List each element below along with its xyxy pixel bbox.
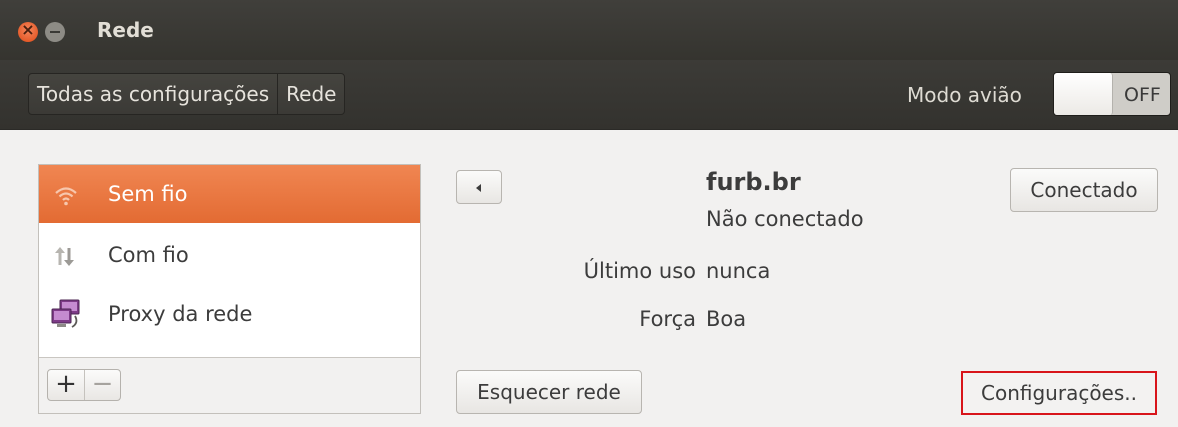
breadcrumb-all-settings[interactable]: Todas as configurações (29, 74, 277, 114)
title-bar: Rede (0, 0, 1178, 60)
breadcrumb: Todas as configurações Rede (28, 73, 346, 115)
switch-state: OFF (1124, 84, 1161, 106)
sidebar-item-label: Com fio (108, 243, 189, 267)
list-toolbar: + − (39, 357, 420, 413)
add-remove-group: + − (47, 369, 121, 401)
connection-list: Sem fio Com fio Proxy da rede + − (38, 164, 421, 414)
sidebar-item-wireless[interactable]: Sem fio (39, 165, 420, 223)
add-connection-button[interactable]: + (48, 370, 84, 400)
airplane-mode-switch[interactable]: OFF (1053, 72, 1171, 116)
minimize-window-button[interactable] (45, 22, 65, 42)
strength-value: Boa (706, 307, 747, 331)
network-status: Não conectado (706, 207, 864, 231)
back-button[interactable] (456, 170, 502, 204)
window-title: Rede (97, 18, 154, 42)
last-used-label: Último uso (583, 259, 696, 283)
sidebar-item-proxy[interactable]: Proxy da rede (39, 285, 420, 343)
wifi-icon (55, 187, 77, 206)
breadcrumb-network[interactable]: Rede (277, 74, 344, 114)
forget-network-button[interactable]: Esquecer rede (456, 370, 642, 414)
switch-knob[interactable] (1054, 73, 1113, 115)
airplane-mode-label: Modo avião (907, 83, 1022, 107)
last-used-value: nunca (706, 259, 771, 283)
toolbar: Todas as configurações Rede Modo avião O… (0, 60, 1178, 130)
connect-button[interactable]: Conectado (1010, 168, 1158, 212)
remove-connection-button[interactable]: − (84, 370, 120, 400)
sidebar-item-label: Proxy da rede (108, 302, 253, 326)
close-window-button[interactable] (18, 20, 38, 42)
network-name: furb.br (706, 168, 801, 196)
settings-button[interactable]: Configurações.. (961, 371, 1157, 415)
sidebar-item-label: Sem fio (108, 182, 188, 206)
proxy-icon (51, 299, 80, 328)
strength-label: Força (639, 307, 696, 331)
wired-icon (55, 247, 74, 266)
sidebar-item-wired[interactable]: Com fio (39, 226, 420, 284)
